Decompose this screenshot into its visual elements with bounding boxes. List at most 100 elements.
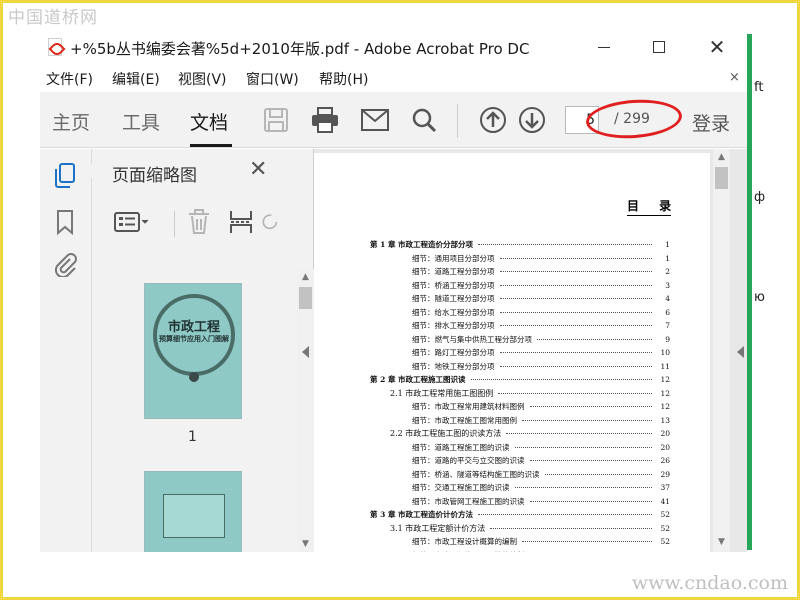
scrollbar-thumb[interactable]: [299, 287, 312, 309]
toc-entry[interactable]: 细节：市政工程常用建筑材料图例 12: [370, 400, 670, 414]
menu-file[interactable]: 文件(F): [46, 69, 93, 89]
email-icon[interactable]: [361, 106, 389, 134]
toc-entry[interactable]: 3.1 市政工程定额计价方法 52: [370, 522, 670, 536]
bookmark-icon[interactable]: [52, 209, 78, 235]
toc-entry-label: 细节：市政工程设计概算的编制: [370, 536, 520, 548]
menu-window[interactable]: 窗口(W): [246, 69, 299, 89]
scrollbar-thumb[interactable]: [715, 167, 728, 189]
toc-entry[interactable]: 细节：桥涵工程分部分项 3: [370, 279, 670, 293]
toc-entry[interactable]: 细节：桥涵、隧道等结构施工图的识读 29: [370, 468, 670, 482]
window-title: +%5b丛书编委会著%5d+2010年版.pdf - Adobe Acrobat…: [70, 40, 530, 58]
panel-close-button[interactable]: ✕: [249, 157, 267, 182]
page-thumbnail-2[interactable]: [144, 471, 242, 552]
toc-entry[interactable]: 细节：市政管网工程施工图的识读 41: [370, 495, 670, 509]
menu-view[interactable]: 视图(V): [178, 69, 227, 89]
menu-edit[interactable]: 编辑(E): [112, 69, 160, 89]
toc-entry-page: 20: [654, 429, 670, 439]
scroll-down-icon[interactable]: ▼: [297, 536, 314, 552]
tab-home[interactable]: 主页: [52, 108, 90, 135]
thumbnail-options-icon[interactable]: [112, 209, 152, 235]
left-navigation-rail: [40, 149, 92, 552]
toc-leader-dots: [529, 406, 652, 408]
toc-entry-label: 细节：道路的平交与立交图的识读: [370, 455, 528, 467]
maximize-icon: [653, 41, 665, 53]
toc-leader-dots: [499, 311, 652, 313]
toc-entry[interactable]: 第 1 章 市政工程造价分部分项 1: [370, 238, 670, 252]
menu-bar: 文件(F) 编辑(E) 视图(V) 窗口(W) 帮助(H): [40, 66, 747, 90]
toc-entry[interactable]: 细节：隧道工程分部分项 4: [370, 292, 670, 306]
cover-title: 市政工程: [167, 320, 220, 335]
login-button[interactable]: 登录: [692, 109, 730, 136]
toc-entry[interactable]: 细节：排水工程分部分项 7: [370, 319, 670, 333]
page-thumbnail-1[interactable]: 市政工程 预算细节应用入门图解: [144, 283, 242, 419]
toc-entry-page: 12: [654, 375, 670, 385]
toc-entry[interactable]: 细节：道路工程分部分项 2: [370, 265, 670, 279]
site-watermark-top: 中国道桥网: [8, 8, 98, 28]
minimize-button[interactable]: [582, 30, 626, 64]
print-icon[interactable]: [311, 106, 339, 134]
toc-entry-page: 2: [654, 267, 670, 277]
page-thumbnails-icon[interactable]: [52, 163, 78, 189]
tab-tools[interactable]: 工具: [122, 108, 160, 135]
toc-entry[interactable]: 细节：给水工程分部分项 6: [370, 306, 670, 320]
toc-entry-label: 细节：地铁工程分部分项: [370, 360, 498, 372]
toc-entry[interactable]: 细节：市政工程施工图预算的编制 56: [370, 549, 670, 552]
toc-entry[interactable]: 细节：市政工程设计概算的编制 52: [370, 535, 670, 549]
toc-entry[interactable]: 第 2 章 市政工程施工图识读 12: [370, 373, 670, 387]
toc-entry-label: 2.2 市政工程施工图的识读方法: [370, 428, 505, 440]
toc-leader-dots: [544, 473, 652, 475]
rotate-page-icon[interactable]: [260, 209, 278, 235]
toc-entry[interactable]: 细节：道路工程施工图的识读 20: [370, 441, 670, 455]
close-icon: ✕: [708, 35, 726, 59]
toc-entry[interactable]: 细节：市政工程施工图常用图例 13: [370, 414, 670, 428]
toc-entry-label: 第 1 章 市政工程造价分部分项: [370, 239, 477, 251]
tab-document[interactable]: 文档: [190, 108, 228, 135]
right-pane-toggle-icon[interactable]: [737, 346, 744, 358]
toc-entry[interactable]: 细节：通用项目分部分项 1: [370, 252, 670, 266]
toc-entry-label: 细节：市政工程施工图常用图例: [370, 414, 520, 426]
page-thumbnails-panel: 页面缩略图 ✕ 市政工程 预算细节应用入门图解 1 ▲ ▼: [84, 149, 314, 552]
collapse-panel-icon[interactable]: [302, 346, 309, 358]
toc-entry[interactable]: 细节：路灯工程分部分项 10: [370, 346, 670, 360]
window-close-button[interactable]: ✕: [695, 30, 739, 64]
delete-page-icon[interactable]: [184, 209, 214, 235]
toc-entry-label: 细节：市政工程施工图预算的编制: [370, 549, 528, 552]
toc-entry-page: 9: [654, 334, 670, 344]
toc-entry[interactable]: 2.1 市政工程常用施工图图例 12: [370, 387, 670, 401]
toc-leader-dots: [514, 487, 652, 489]
maximize-button[interactable]: [637, 30, 681, 64]
document-view: 目 录 第 1 章 市政工程造价分部分项 1 细节：通用项目分部分项 1 细节：道路工程…: [314, 149, 747, 552]
toc-entry-page: 37: [654, 483, 670, 493]
document-close-icon[interactable]: ×: [729, 70, 740, 85]
background-text: ю: [754, 290, 765, 305]
document-scrollbar[interactable]: ▲ ▼: [713, 149, 730, 552]
toc-entry-label: 3.1 市政工程定额计价方法: [370, 522, 489, 534]
toc-entry-page: 52: [654, 523, 670, 533]
toc-entry-label: 细节：市政工程常用建筑材料图例: [370, 401, 528, 413]
scroll-down-icon[interactable]: ▼: [713, 534, 730, 550]
attachment-icon[interactable]: [52, 251, 78, 277]
next-page-icon[interactable]: [518, 106, 546, 134]
toc-entry-label: 第 2 章 市政工程施工图识读: [370, 374, 469, 386]
toc-entry-page: 1: [654, 240, 670, 250]
toc-entry[interactable]: 细节：燃气与集中供热工程分部分项 9: [370, 333, 670, 347]
search-icon[interactable]: [410, 106, 438, 134]
previous-page-icon[interactable]: [479, 106, 507, 134]
toc-entry[interactable]: 2.2 市政工程施工图的识读方法 20: [370, 427, 670, 441]
scroll-up-icon[interactable]: ▲: [713, 149, 730, 165]
toc-entry[interactable]: 细节：道路的平交与立交图的识读 26: [370, 454, 670, 468]
toc-entry[interactable]: 细节：交通工程施工图的识读 37: [370, 481, 670, 495]
thumbnail-scrollbar[interactable]: ▲ ▼: [297, 269, 314, 552]
main-toolbar: 主页 工具 文档 5 / 299 登录: [40, 92, 747, 148]
toc-entry-label: 细节：桥涵、隧道等结构施工图的识读: [370, 468, 543, 480]
scroll-up-icon[interactable]: ▲: [297, 269, 314, 285]
menu-help[interactable]: 帮助(H): [319, 69, 368, 89]
toc-entry[interactable]: 第 3 章 市政工程造价计价方法 52: [370, 508, 670, 522]
toc-leader-dots: [478, 514, 652, 516]
toc-entry-page: 52: [654, 537, 670, 547]
toc-leader-dots: [537, 338, 652, 340]
toc-entry[interactable]: 细节：地铁工程分部分项 11: [370, 360, 670, 374]
panel-title: 页面缩略图: [112, 166, 197, 186]
insert-page-icon[interactable]: [226, 209, 256, 235]
save-icon[interactable]: [262, 106, 290, 134]
